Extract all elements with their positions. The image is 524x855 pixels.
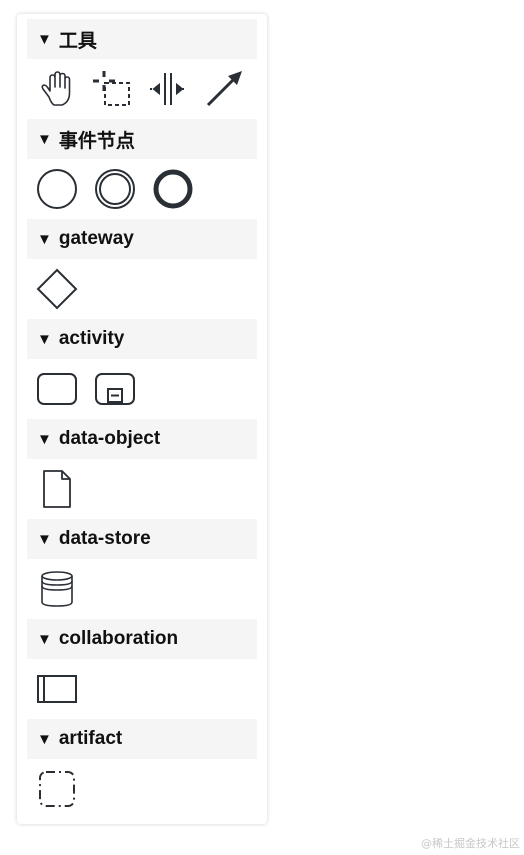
group-header-artifact[interactable]: ▼ artifact [27, 719, 257, 759]
exclusive-gateway[interactable] [33, 265, 81, 313]
group-header-data-object[interactable]: ▼ data-object [27, 419, 257, 459]
group-title: 工具 [58, 30, 97, 52]
group-gateway: ▼ gateway [27, 219, 257, 319]
group-artifact: ▼ artifact [27, 719, 257, 819]
group-title: activity [58, 328, 125, 349]
watermark-text: @稀土掘金技术社区 [421, 837, 520, 850]
end-event[interactable] [149, 165, 197, 213]
caret-down-icon: ▼ [37, 430, 52, 448]
group-title: data-store [58, 528, 151, 549]
group-entries [27, 259, 257, 319]
group-entries [27, 359, 257, 419]
caret-down-icon: ▼ [37, 230, 52, 248]
group-header-tools[interactable]: ▼ 工具 [27, 19, 257, 59]
space-tool-icon [150, 73, 186, 105]
lasso-select-icon [93, 71, 130, 106]
lasso-tool[interactable] [89, 65, 135, 113]
group-entries [27, 759, 257, 819]
participant[interactable] [33, 665, 81, 713]
group-entries [27, 459, 257, 519]
connect-tool[interactable] [201, 65, 247, 113]
caret-down-icon: ▼ [37, 530, 52, 548]
group-entries [27, 659, 257, 719]
group-header-data-store[interactable]: ▼ data-store [27, 519, 257, 559]
data-object-reference[interactable] [33, 465, 81, 513]
group-title: gateway [58, 228, 134, 249]
group-dashed-icon [39, 771, 75, 807]
database-icon [41, 571, 73, 607]
group-entries [27, 159, 257, 219]
intermediate-event-icon [95, 169, 135, 209]
group-title: collaboration [58, 628, 179, 649]
caret-down-icon: ▼ [37, 730, 52, 748]
subprocess-collapsed-icon [95, 373, 135, 405]
group-collaboration: ▼ collaboration [27, 619, 257, 719]
space-tool[interactable] [145, 65, 191, 113]
group-title: data-object [58, 428, 161, 449]
group-title: 事件节点 [58, 130, 135, 152]
task-icon [37, 373, 77, 405]
intermediate-event[interactable] [91, 165, 139, 213]
group-activity: ▼ activity [27, 319, 257, 419]
start-event-icon [37, 169, 77, 209]
data-store-reference[interactable] [33, 565, 81, 613]
start-event[interactable] [33, 165, 81, 213]
group-header-activity[interactable]: ▼ activity [27, 319, 257, 359]
group-header-events[interactable]: ▼ 事件节点 [27, 119, 257, 159]
hand-icon [41, 71, 71, 106]
subprocess[interactable] [91, 365, 139, 413]
group-entries [27, 559, 257, 619]
group-title: artifact [58, 728, 123, 749]
task[interactable] [33, 365, 81, 413]
group-header-gateway[interactable]: ▼ gateway [27, 219, 257, 259]
caret-down-icon: ▼ [37, 630, 52, 648]
arrow-connect-icon [206, 71, 242, 107]
group-events: ▼ 事件节点 [27, 119, 257, 219]
group-artifact-entry[interactable] [33, 765, 81, 813]
data-object-icon [43, 470, 71, 508]
group-tools: ▼ 工具 [27, 19, 257, 119]
caret-down-icon: ▼ [37, 130, 52, 148]
caret-down-icon: ▼ [37, 30, 52, 48]
group-data-object: ▼ data-object [27, 419, 257, 519]
group-data-store: ▼ data-store [27, 519, 257, 619]
pool-icon [37, 675, 77, 703]
gateway-diamond-icon [36, 268, 78, 310]
hand-tool[interactable] [33, 65, 79, 113]
group-entries [27, 59, 257, 119]
palette-panel: ▼ 工具 ▼ 事件节点 ▼ gateway ▼ activity ▼ data-… [17, 14, 267, 824]
group-header-collaboration[interactable]: ▼ collaboration [27, 619, 257, 659]
caret-down-icon: ▼ [37, 330, 52, 348]
end-event-icon [153, 169, 193, 209]
